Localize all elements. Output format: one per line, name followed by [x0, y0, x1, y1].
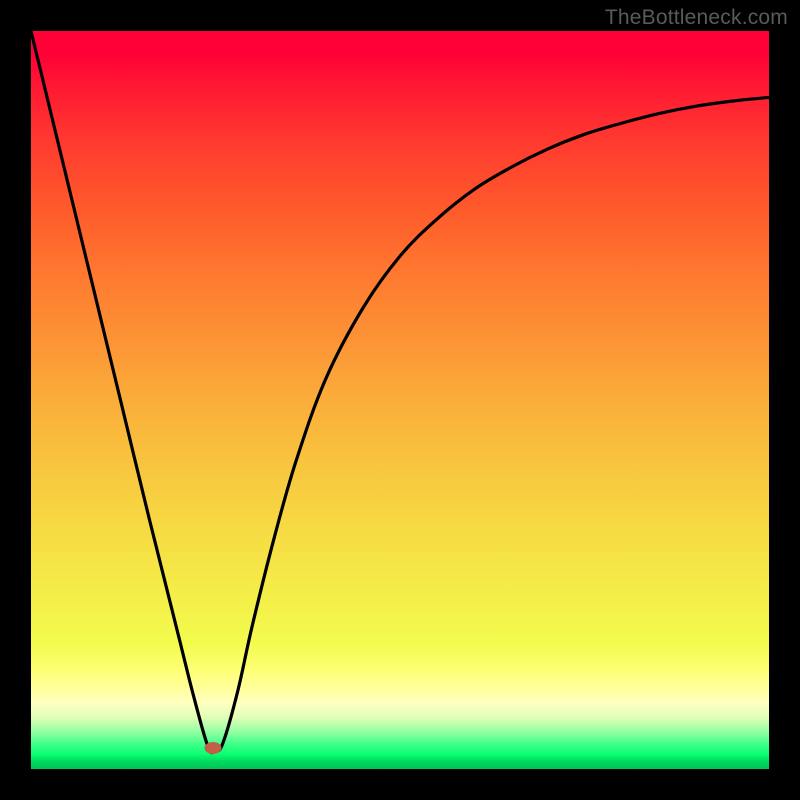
bottleneck-curve: [31, 31, 769, 769]
plot-area: [31, 31, 769, 769]
minimum-marker: [204, 742, 221, 754]
watermark: TheBottleneck.com: [605, 6, 788, 30]
